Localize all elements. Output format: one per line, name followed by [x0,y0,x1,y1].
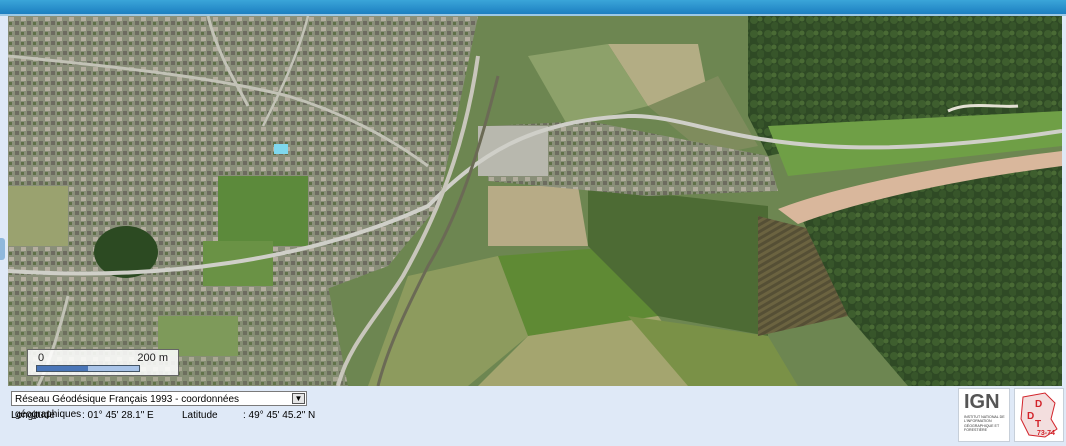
chevron-down-icon[interactable]: ▼ [292,393,305,404]
ign-logo-caption: INSTITUT NATIONAL DE L'INFORMATION GÉOGR… [964,415,1005,433]
left-panel-edge [0,16,8,386]
map-viewport[interactable] [8,16,1062,386]
ign-logo-text: IGN [964,391,1000,413]
ddt-logo[interactable]: D D T 73-74 [1014,388,1064,442]
scale-bar-graphic [36,365,140,372]
header-bar [0,0,1066,16]
svg-text:D: D [1027,411,1034,422]
svg-text:T: T [1035,419,1041,430]
longitude-value: : 01° 45' 28.1" E [82,410,154,421]
aerial-imagery [8,16,1062,386]
crs-select[interactable]: Réseau Géodésique Français 1993 - coordo… [11,391,307,420]
latitude-label: Latitude [182,410,218,421]
panel-toggle-handle[interactable] [0,238,5,260]
scale-start-label: 0 [38,352,45,364]
longitude-label: Longitude [11,410,55,421]
ddt-logo-graphic: D D T 73-74 [1020,392,1058,438]
svg-text:D: D [1035,399,1042,410]
coordinates-panel: Réseau Géodésique Français 1993 - coordo… [0,386,1066,442]
svg-text:73-74: 73-74 [1037,430,1055,437]
ign-logo[interactable]: IGN INSTITUT NATIONAL DE L'INFORMATION G… [958,388,1010,442]
latitude-value: : 49° 45' 45.2" N [243,410,316,421]
scale-distance-label: 200 m [137,352,168,364]
map-scale-bar: 0 200 m [27,349,179,376]
